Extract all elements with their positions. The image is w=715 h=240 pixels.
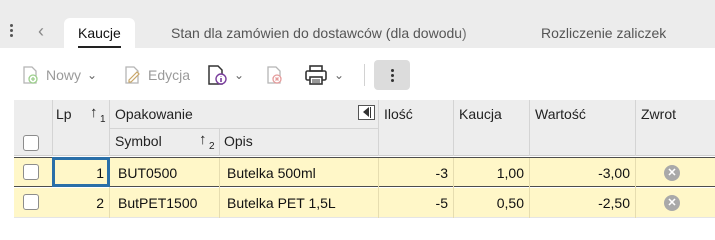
new-document-icon: [23, 66, 38, 84]
cell-kaucja[interactable]: 0,50: [459, 188, 524, 218]
cell-ilosc[interactable]: -3: [384, 158, 448, 188]
column-wartosc-header[interactable]: Wartość: [535, 106, 586, 122]
column-opis-header[interactable]: Opis: [224, 133, 253, 149]
column-kaucja-header[interactable]: Kaucja: [459, 106, 502, 122]
row-checkbox[interactable]: [23, 194, 39, 210]
new-button[interactable]: Nowy ⌄: [20, 60, 97, 90]
document-info-icon: [208, 65, 227, 85]
column-ilosc-header[interactable]: Ilość: [384, 106, 413, 122]
cell-lp[interactable]: 2: [54, 188, 104, 218]
print-button[interactable]: ⌄: [304, 60, 344, 90]
delete-button[interactable]: [264, 60, 284, 90]
cell-opis[interactable]: Butelka PET 1,5L: [227, 188, 336, 218]
cell-ilosc[interactable]: -5: [384, 188, 448, 218]
edit-button[interactable]: Edycja: [122, 60, 190, 90]
more-vertical-icon: [390, 67, 394, 84]
column-opakowanie-header[interactable]: Opakowanie: [115, 106, 193, 122]
chevron-left-icon[interactable]: ‹: [38, 22, 44, 40]
tabs-menu-icon[interactable]: [10, 24, 14, 38]
cell-symbol[interactable]: BUT0500: [118, 158, 177, 188]
table-row[interactable]: 1 BUT0500 Butelka 500ml -3 1,00 -3,00 ✕: [14, 157, 715, 188]
chevron-down-icon[interactable]: ⌄: [334, 68, 344, 82]
toolbar-divider: [364, 64, 365, 86]
edit-document-icon: [125, 66, 140, 84]
collapse-column-icon[interactable]: [358, 105, 375, 120]
grid-header: Lp ↑ 1 Opakowanie Symbol ↑ 2 Opis Ilość …: [14, 100, 715, 156]
document-info-button[interactable]: ⌄: [206, 60, 244, 90]
toolbar: Nowy ⌄ Edycja ⌄ ⌄: [0, 48, 715, 100]
tab-strip: ‹ Kaucje Stan dla zamówien do dostawców …: [0, 0, 715, 48]
zwrot-cross-icon[interactable]: ✕: [664, 165, 680, 181]
sort-ascending-icon[interactable]: ↑: [90, 104, 98, 121]
sort-ascending-icon[interactable]: ↑: [199, 131, 207, 148]
column-zwrot-header[interactable]: Zwrot: [641, 106, 676, 122]
new-button-label: Nowy: [46, 67, 82, 83]
tab-rozliczenie-zaliczek[interactable]: Rozliczenie zaliczek: [541, 18, 666, 48]
column-lp-header[interactable]: Lp: [56, 106, 72, 122]
table-row[interactable]: 2 ButPET1500 Butelka PET 1,5L -5 0,50 -2…: [14, 188, 715, 218]
cell-symbol[interactable]: ButPET1500: [118, 188, 197, 218]
cell-opis[interactable]: Butelka 500ml: [227, 158, 316, 188]
cell-wartosc[interactable]: -2,50: [535, 188, 630, 218]
edit-button-label: Edycja: [148, 67, 191, 83]
zwrot-cross-icon[interactable]: ✕: [664, 195, 680, 211]
cell-wartosc[interactable]: -3,00: [535, 158, 630, 188]
printer-icon: [305, 65, 327, 85]
more-actions-button[interactable]: [374, 60, 410, 90]
chevron-down-icon[interactable]: ⌄: [234, 68, 244, 82]
kaucje-grid: Lp ↑ 1 Opakowanie Symbol ↑ 2 Opis Ilość …: [14, 100, 715, 225]
tab-kaucje[interactable]: Kaucje: [64, 18, 135, 48]
column-symbol-header[interactable]: Symbol: [115, 133, 162, 149]
tab-stan-dla-zamowien[interactable]: Stan dla zamówien do dostawców (dla dowo…: [171, 18, 496, 48]
select-all-checkbox[interactable]: [23, 135, 39, 151]
delete-document-icon: [267, 66, 282, 84]
row-checkbox[interactable]: [23, 164, 39, 180]
lp-sort-index: 1: [100, 114, 106, 125]
cell-kaucja[interactable]: 1,00: [459, 158, 524, 188]
chevron-down-icon[interactable]: ⌄: [87, 68, 97, 82]
symbol-sort-index: 2: [209, 141, 215, 152]
cell-lp[interactable]: 1: [54, 158, 104, 188]
